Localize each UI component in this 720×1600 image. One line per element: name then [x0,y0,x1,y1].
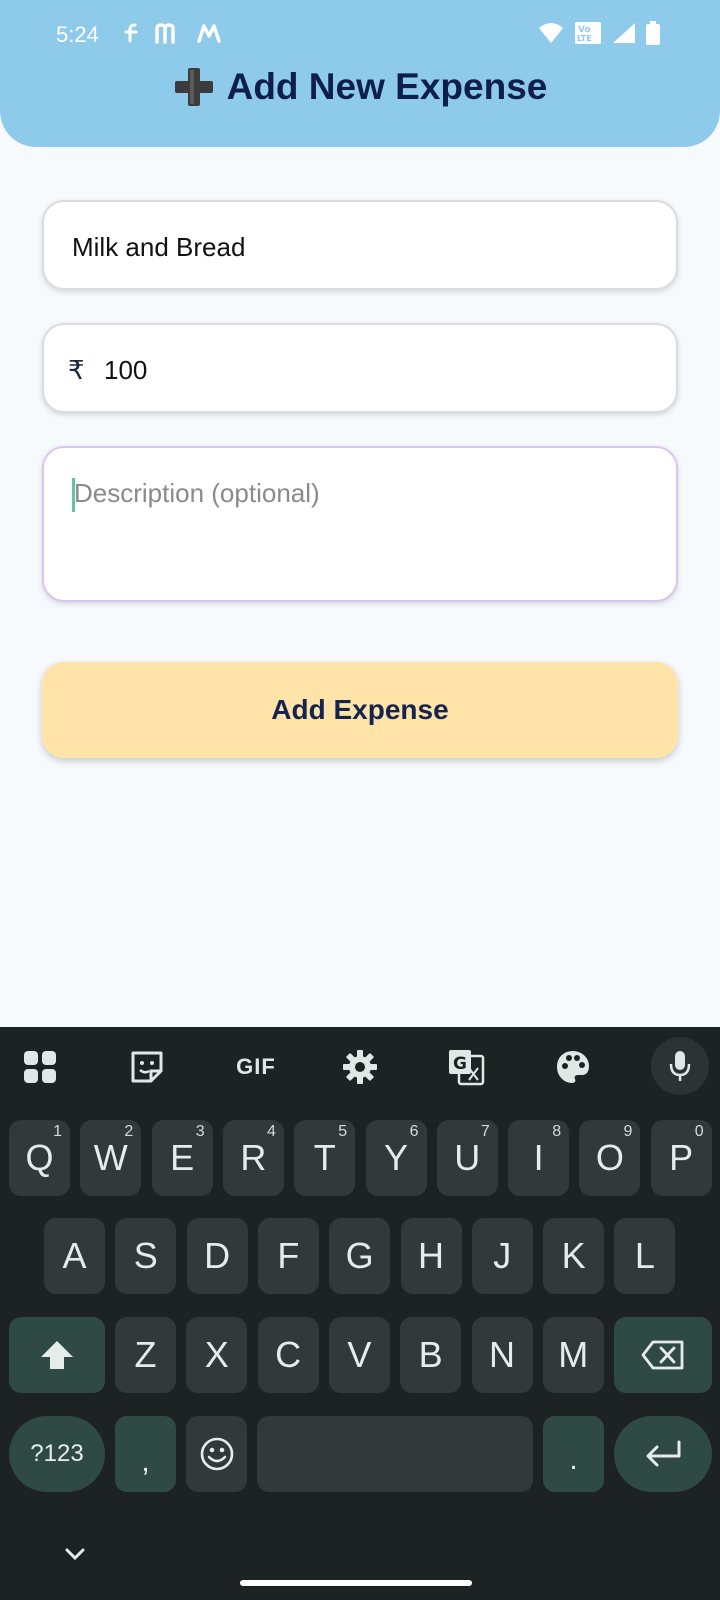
key-hint: 1 [53,1123,62,1140]
flipkart-icon [122,22,140,49]
rupee-icon: ₹ [68,355,85,385]
myntra-icon [154,22,182,49]
key-l[interactable]: L [614,1218,676,1294]
translate-icon[interactable]: G [446,1047,486,1087]
key-u[interactable]: U7 [436,1120,498,1196]
backspace-icon [641,1340,684,1370]
key-o[interactable]: O9 [579,1120,641,1196]
description-placeholder: Description (optional) [74,478,320,508]
status-bar: 5:24 Vo LTE [0,0,720,70]
key-hint: 7 [480,1123,490,1140]
volte-icon: Vo LTE [574,21,602,50]
app-header: 5:24 Vo LTE Add New Expense [0,0,720,147]
key-k[interactable]: K [543,1218,605,1294]
plus-emoji-icon [173,66,215,108]
gif-icon[interactable]: GIF [232,1047,280,1087]
key-q[interactable]: Q1 [9,1120,70,1196]
key-n[interactable]: N [471,1317,533,1393]
emoji-key[interactable] [186,1416,247,1492]
shift-icon [41,1341,73,1369]
key-hint: 6 [409,1123,419,1140]
key-hint: 0 [694,1123,704,1140]
status-time: 5:24 [56,22,99,47]
key-x[interactable]: X [186,1317,248,1393]
amount-input[interactable]: ₹ 100 [42,323,678,413]
key-hint: 8 [552,1123,562,1140]
key-hint: 4 [266,1123,276,1140]
description-input[interactable]: Description (optional) [42,446,678,602]
key-hint: 9 [623,1123,633,1140]
amount-value: 100 [104,355,148,385]
keyboard-toolbar: GIF G [0,1027,720,1107]
on-screen-keyboard: GIF G Q1W2E3R4T5Y6U7I8O9P0ASDFGHJKLZXCVB… [0,1027,720,1600]
sticker-icon[interactable] [127,1047,167,1087]
enter-key[interactable] [614,1416,712,1492]
palette-icon[interactable] [553,1047,593,1087]
expense-title-value: Milk and Bread [72,232,246,262]
space-key[interactable] [257,1416,533,1492]
svg-text:G: G [453,1054,467,1074]
battery-icon [646,20,660,50]
period-key[interactable]: . [543,1416,604,1492]
key-d[interactable]: D [186,1218,248,1294]
key-v[interactable]: V [328,1317,390,1393]
add-expense-button[interactable]: Add Expense [42,662,678,758]
key-r[interactable]: R4 [222,1120,284,1196]
key-b[interactable]: B [400,1317,462,1393]
key-s[interactable]: S [115,1218,177,1294]
comma-key[interactable]: , [115,1416,176,1492]
key-y[interactable]: Y6 [365,1120,427,1196]
key-i[interactable]: I8 [508,1120,570,1196]
meesho-icon [196,22,222,49]
key-m[interactable]: M [542,1317,604,1393]
home-indicator[interactable] [240,1580,472,1586]
key-f[interactable]: F [257,1218,319,1294]
key-hint: 5 [338,1123,348,1140]
emoji-icon [200,1437,233,1471]
key-hint: 2 [124,1123,134,1140]
apps-grid-icon[interactable] [20,1047,60,1087]
settings-icon[interactable] [340,1047,380,1087]
enter-icon [646,1440,681,1467]
key-w[interactable]: W2 [80,1120,142,1196]
svg-text:LTE: LTE [577,34,592,43]
signal-icon [612,22,636,49]
key-z[interactable]: Z [115,1317,176,1393]
mic-icon[interactable] [651,1037,709,1095]
key-hint: 3 [195,1123,205,1140]
keyboard-collapse-chevron-icon[interactable] [62,1546,88,1564]
key-e[interactable]: E3 [151,1120,213,1196]
key-h[interactable]: H [400,1218,462,1294]
add-expense-label: Add Expense [271,694,449,725]
backspace-key[interactable] [614,1317,712,1393]
key-c[interactable]: C [257,1317,319,1393]
key-a[interactable]: A [44,1218,105,1294]
shift-key[interactable] [9,1317,105,1393]
key-j[interactable]: J [471,1218,533,1294]
key-g[interactable]: G [329,1218,391,1294]
key-p[interactable]: P0 [650,1120,712,1196]
wifi-icon [538,22,564,49]
gif-label: GIF [236,1054,276,1079]
key-t[interactable]: T5 [294,1120,356,1196]
page-title: Add New Expense [226,66,548,107]
symbols-key[interactable]: ?123 [9,1416,105,1492]
expense-title-input[interactable]: Milk and Bread [42,200,678,290]
